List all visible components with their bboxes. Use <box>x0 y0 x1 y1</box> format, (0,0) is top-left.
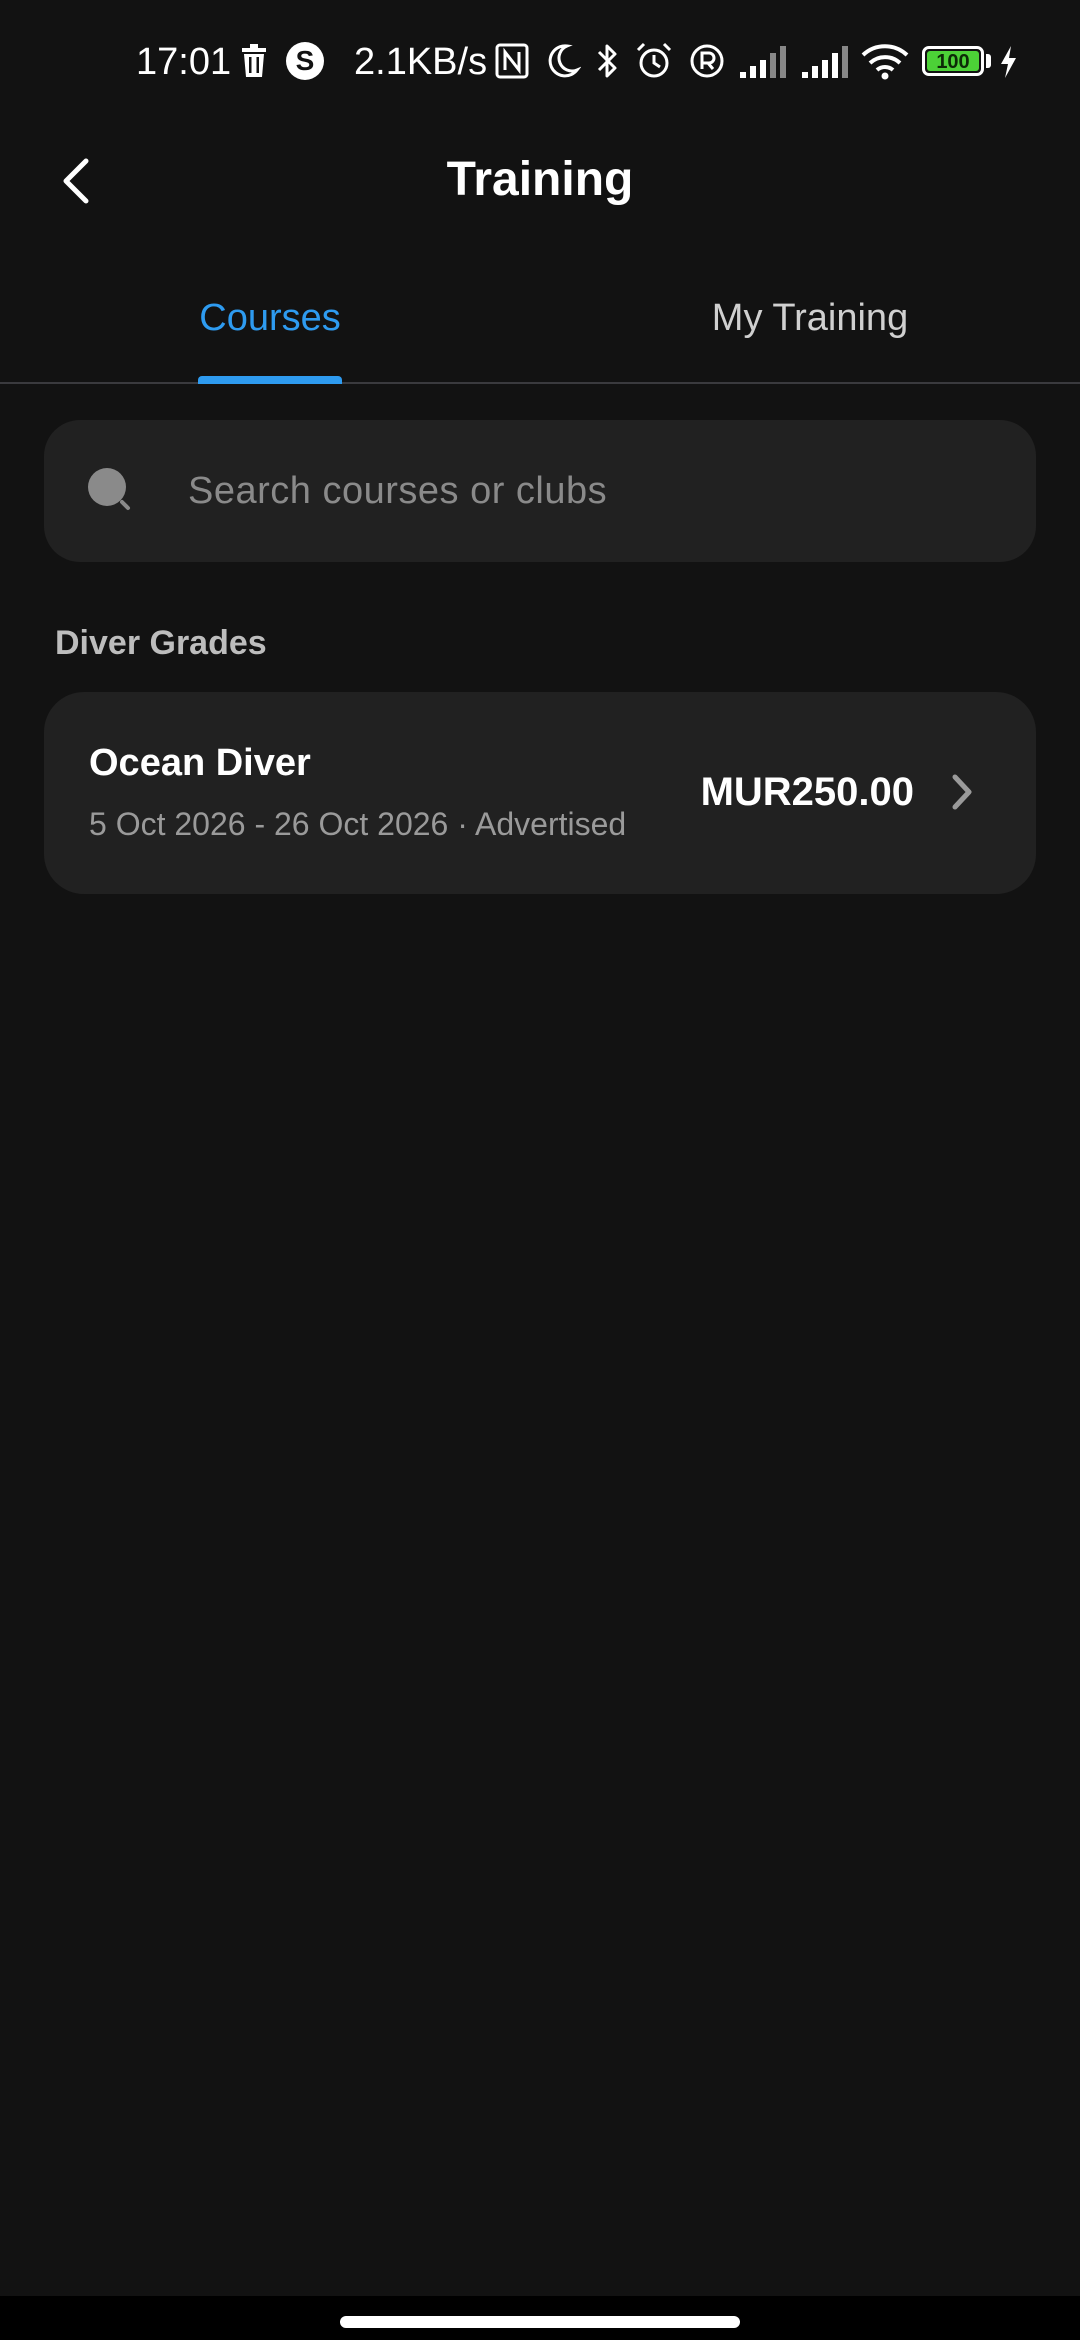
tab-my-training[interactable]: My Training <box>540 256 1080 382</box>
tab-bar: Courses My Training <box>0 256 1080 384</box>
s-app-icon: S <box>286 42 324 80</box>
bluetooth-icon <box>597 44 617 78</box>
page-title: Training <box>446 153 634 206</box>
home-indicator[interactable] <box>340 2316 740 2328</box>
signal-icon <box>802 46 848 78</box>
moon-icon <box>548 44 581 78</box>
chevron-right-icon <box>952 774 972 810</box>
battery-icon: 100 <box>922 46 984 76</box>
section-heading: Diver Grades <box>55 624 267 662</box>
registered-icon <box>690 44 724 78</box>
search-placeholder: Search courses or clubs <box>188 470 608 512</box>
course-price: MUR250.00 <box>700 770 914 814</box>
battery-nub <box>986 54 991 68</box>
nfc-icon <box>495 43 529 79</box>
course-dates-status: 5 Oct 2026 - 26 Oct 2026 · Advertised <box>89 806 627 842</box>
system-nav-bar <box>0 2296 1080 2340</box>
trash-icon <box>242 44 266 77</box>
active-tab-indicator <box>198 376 342 384</box>
tab-courses[interactable]: Courses <box>0 256 540 382</box>
status-time: 17:01 <box>136 41 232 83</box>
wifi-icon <box>861 44 909 80</box>
app-bar: Training <box>0 126 1080 256</box>
search-icon <box>88 468 130 510</box>
charging-icon <box>1001 46 1016 78</box>
network-speed: 2.1KB/s <box>354 41 488 83</box>
status-bar: 17:01 S 2.1KB/s 100 <box>0 0 1080 126</box>
course-name: Ocean Diver <box>89 742 311 784</box>
signal-icon <box>740 46 786 78</box>
course-card-ocean-diver[interactable]: Ocean Diver 5 Oct 2026 - 26 Oct 2026 · A… <box>44 692 1036 894</box>
search-input[interactable]: Search courses or clubs <box>44 420 1036 562</box>
battery-level: 100 <box>927 51 979 73</box>
alarm-icon <box>636 42 672 78</box>
